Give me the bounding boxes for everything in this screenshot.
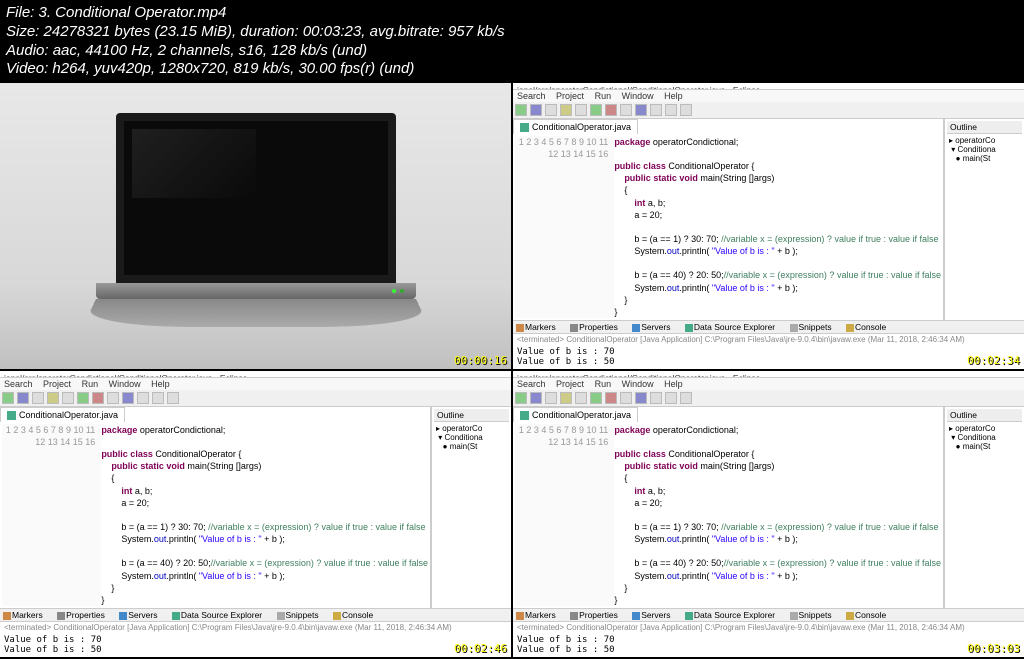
timestamp: 00:00:16 xyxy=(454,354,507,367)
console-process-info: <terminated> ConditionalOperator [Java A… xyxy=(513,622,1024,633)
console-output: Value of b is : 70 Value of b is : 50 xyxy=(513,345,1024,369)
timestamp: 00:02:34 xyxy=(967,354,1020,367)
console-tabs: Markers Properties Servers Data Source E… xyxy=(513,321,1024,334)
console-area[interactable]: Markers Properties Servers Data Source E… xyxy=(0,608,511,657)
console-tabs: Markers Properties Servers Data Source E… xyxy=(513,609,1024,622)
window-title: ional/src/operatorCondictional/Condition… xyxy=(513,83,1024,90)
menu-window[interactable]: Window xyxy=(622,379,654,389)
thumbnail-grid: 00:00:16 ional/src/operatorCondictional/… xyxy=(0,83,1024,657)
thumbnail-4: ional/src/operatorCondictional/Condition… xyxy=(513,371,1024,657)
laptop-graphic xyxy=(96,113,416,339)
menubar[interactable]: Search Project Run Window Help xyxy=(0,378,511,390)
toolbar[interactable] xyxy=(513,102,1024,119)
audio-line: Audio: aac, 44100 Hz, 2 channels, s16, 1… xyxy=(6,42,1018,61)
menu-help[interactable]: Help xyxy=(664,91,683,101)
console-tabs: Markers Properties Servers Data Source E… xyxy=(0,609,511,622)
menu-help[interactable]: Help xyxy=(151,379,170,389)
code-content[interactable]: package operatorCondictional; public cla… xyxy=(614,136,941,318)
eclipse-ide: ional/src/operatorCondictional/Condition… xyxy=(0,371,511,657)
menu-run[interactable]: Run xyxy=(82,379,99,389)
window-title: ional/src/operatorCondictional/Condition… xyxy=(0,371,511,378)
outline-title: Outline xyxy=(434,409,509,422)
editor-tab[interactable]: ConditionalOperator.java xyxy=(0,407,125,422)
menu-help[interactable]: Help xyxy=(664,379,683,389)
outline-title: Outline xyxy=(947,409,1022,422)
menu-project[interactable]: Project xyxy=(556,379,584,389)
size-line: Size: 24278321 bytes (23.15 MiB), durati… xyxy=(6,23,1018,42)
code-content[interactable]: package operatorCondictional; public cla… xyxy=(614,424,941,606)
menu-run[interactable]: Run xyxy=(595,91,612,101)
console-area[interactable]: Markers Properties Servers Data Source E… xyxy=(513,608,1024,657)
thumbnail-1: 00:00:16 xyxy=(0,83,511,369)
menubar[interactable]: Search Project Run Window Help xyxy=(513,378,1024,390)
outline-view[interactable]: Outline ▸ operatorCo ▾ Conditiona ● main… xyxy=(944,119,1024,320)
console-area[interactable]: Markers Properties Servers Data Source E… xyxy=(513,320,1024,369)
thumbnail-3: ional/src/operatorCondictional/Condition… xyxy=(0,371,511,657)
console-output: Value of b is : 70 Value of b is : 50 xyxy=(513,633,1024,657)
console-process-info: <terminated> ConditionalOperator [Java A… xyxy=(0,622,511,633)
line-gutter: 1 2 3 4 5 6 7 8 9 10 11 12 13 14 15 16 xyxy=(2,424,101,606)
menubar[interactable]: Search Project Run Window Help xyxy=(513,90,1024,102)
console-output: Value of b is : 70 Value of b is : 50 xyxy=(0,633,511,657)
window-title: ional/src/operatorCondictional/Condition… xyxy=(513,371,1024,378)
menu-window[interactable]: Window xyxy=(109,379,141,389)
toolbar[interactable] xyxy=(0,390,511,407)
console-process-info: <terminated> ConditionalOperator [Java A… xyxy=(513,334,1024,345)
timestamp: 00:02:46 xyxy=(454,642,507,655)
timestamp: 00:03:03 xyxy=(967,642,1020,655)
code-content[interactable]: package operatorCondictional; public cla… xyxy=(101,424,428,606)
file-line: File: 3. Conditional Operator.mp4 xyxy=(6,4,1018,23)
eclipse-ide: ional/src/operatorCondictional/Condition… xyxy=(513,83,1024,369)
line-gutter: 1 2 3 4 5 6 7 8 9 10 11 12 13 14 15 16 xyxy=(515,136,614,318)
menu-search[interactable]: Search xyxy=(517,91,546,101)
editor-area[interactable]: ConditionalOperator.java 1 2 3 4 5 6 7 8… xyxy=(0,407,431,608)
video-line: Video: h264, yuv420p, 1280x720, 819 kb/s… xyxy=(6,60,1018,79)
thumbnail-2: ional/src/operatorCondictional/Condition… xyxy=(513,83,1024,369)
line-gutter: 1 2 3 4 5 6 7 8 9 10 11 12 13 14 15 16 xyxy=(515,424,614,606)
file-info-header: File: 3. Conditional Operator.mp4 Size: … xyxy=(0,0,1024,83)
outline-title: Outline xyxy=(947,121,1022,134)
menu-window[interactable]: Window xyxy=(622,91,654,101)
menu-run[interactable]: Run xyxy=(595,379,612,389)
toolbar[interactable] xyxy=(513,390,1024,407)
editor-tab[interactable]: ConditionalOperator.java xyxy=(513,407,638,422)
editor-tab[interactable]: ConditionalOperator.java xyxy=(513,119,638,134)
menu-search[interactable]: Search xyxy=(4,379,33,389)
outline-view[interactable]: Outline ▸ operatorCo ▾ Conditiona ● main… xyxy=(944,407,1024,608)
outline-view[interactable]: Outline ▸ operatorCo ▾ Conditiona ● main… xyxy=(431,407,511,608)
editor-area[interactable]: ConditionalOperator.java 1 2 3 4 5 6 7 8… xyxy=(513,119,944,320)
menu-search[interactable]: Search xyxy=(517,379,546,389)
editor-area[interactable]: ConditionalOperator.java 1 2 3 4 5 6 7 8… xyxy=(513,407,944,608)
menu-project[interactable]: Project xyxy=(556,91,584,101)
eclipse-ide: ional/src/operatorCondictional/Condition… xyxy=(513,371,1024,657)
menu-project[interactable]: Project xyxy=(43,379,71,389)
